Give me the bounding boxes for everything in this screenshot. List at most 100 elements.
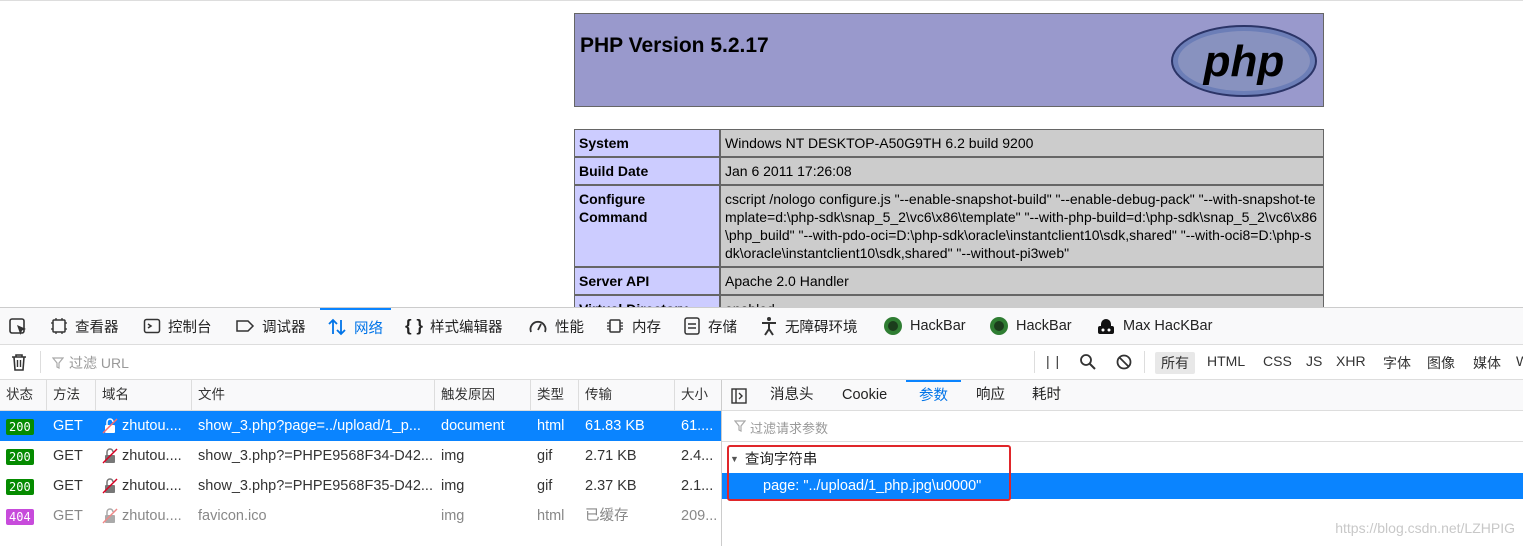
request-file: show_3.php?=PHPE9568F34-D42... — [198, 448, 433, 464]
filter-all[interactable]: 所有 — [1155, 352, 1195, 374]
column-transferred[interactable]: 传输 — [579, 380, 675, 410]
hackbar-icon — [989, 316, 1009, 336]
tab-label: 性能 — [555, 319, 584, 336]
toggle-panel-icon[interactable] — [731, 388, 747, 404]
tab-inspector[interactable]: 查看器 — [50, 308, 119, 344]
tab-hackbar-1[interactable]: HackBar — [883, 308, 966, 344]
tab-debugger[interactable]: 调试器 — [235, 308, 306, 344]
tab-label: 查看器 — [75, 319, 119, 336]
column-cause[interactable]: 触发原因 — [435, 380, 531, 410]
pause-button[interactable]: | | — [1046, 353, 1060, 369]
request-cause: img — [441, 508, 465, 524]
phpinfo-page: PHP Version 5.2.17 php System Windows NT … — [0, 0, 1523, 308]
block-icon[interactable] — [1115, 353, 1133, 371]
filter-xhr[interactable]: XHR — [1336, 353, 1366, 369]
request-cause: img — [441, 448, 465, 464]
filter-images[interactable]: 图像 — [1427, 353, 1455, 373]
inspector-icon — [50, 317, 68, 335]
request-transferred: 2.37 KB — [585, 478, 637, 494]
divider — [40, 351, 41, 373]
tab-network[interactable]: 网络 — [320, 308, 391, 344]
params-filter-placeholder: 过滤请求参数 — [750, 421, 829, 436]
params-filter-input[interactable]: 过滤请求参数 — [722, 411, 1523, 442]
request-file: show_3.php?=PHPE9568F35-D42... — [198, 478, 433, 494]
row-value: Windows NT DESKTOP-A50G9TH 6.2 build 920… — [720, 129, 1324, 157]
request-size: 61.... — [681, 418, 714, 434]
request-transferred: 2.71 KB — [585, 448, 637, 464]
network-arrows-icon — [327, 317, 347, 337]
filter-ws[interactable]: W — [1516, 353, 1523, 369]
tab-memory[interactable]: 内存 — [605, 308, 661, 344]
url-filter-input[interactable]: 过滤 URL — [52, 353, 129, 373]
tab-console[interactable]: 控制台 — [143, 308, 212, 344]
tab-style-editor[interactable]: { } 样式编辑器 — [405, 308, 502, 344]
tab-timings[interactable]: 耗时 — [1032, 380, 1061, 410]
filter-funnel-icon — [52, 357, 64, 369]
column-domain[interactable]: 域名 — [96, 380, 192, 410]
column-size[interactable]: 大小 — [675, 380, 721, 410]
tab-label: 内存 — [632, 319, 661, 336]
tab-headers[interactable]: 消息头 — [770, 380, 814, 410]
table-row[interactable]: 200 GET zhutou.... show_3.php?=PHPE9568F… — [0, 441, 721, 471]
tab-label: 无障碍环境 — [785, 319, 858, 336]
filter-css[interactable]: CSS — [1263, 353, 1292, 369]
request-type: gif — [537, 478, 553, 494]
filter-placeholder: 过滤 URL — [69, 355, 129, 371]
column-status[interactable]: 状态 — [0, 380, 47, 410]
request-cause: img — [441, 478, 465, 494]
accessibility-person-icon — [760, 316, 778, 336]
table-row[interactable]: 200 GET zhutou.... show_3.php?=PHPE9568F… — [0, 471, 721, 501]
tab-accessibility[interactable]: 无障碍环境 — [760, 308, 858, 344]
row-key: System — [574, 129, 720, 157]
row-key: Build Date — [574, 157, 720, 185]
watermark: https://blog.csdn.net/LZHPIG — [1335, 520, 1515, 536]
request-transferred: 已缓存 — [585, 508, 629, 524]
filter-js[interactable]: JS — [1306, 353, 1322, 369]
column-method[interactable]: 方法 — [47, 380, 96, 410]
tab-label: 网络 — [354, 320, 383, 337]
tab-response[interactable]: 响应 — [976, 380, 1005, 410]
filter-media[interactable]: 媒体 — [1473, 353, 1501, 373]
column-type[interactable]: 类型 — [531, 380, 579, 410]
tab-label: Max HacKBar — [1123, 318, 1213, 334]
insecure-lock-icon — [102, 448, 118, 464]
hacker-mask-icon — [1096, 316, 1116, 336]
table-row: Build Date Jan 6 2011 17:26:08 — [574, 157, 1324, 185]
tab-max-hackbar[interactable]: Max HacKBar — [1096, 308, 1212, 344]
tab-label: 样式编辑器 — [429, 319, 503, 336]
element-picker-icon[interactable] — [8, 317, 28, 337]
insecure-lock-icon — [102, 418, 118, 434]
request-cause: document — [441, 418, 505, 434]
curly-braces-icon: { } — [405, 316, 423, 335]
tab-storage[interactable]: 存储 — [683, 308, 737, 344]
table-row[interactable]: 200 GET zhutou.... show_3.php?page=../up… — [0, 411, 721, 441]
table-row: Server API Apache 2.0 Handler — [574, 267, 1324, 295]
insecure-lock-icon — [102, 508, 118, 524]
status-badge: 404 — [6, 509, 34, 525]
tab-hackbar-2[interactable]: HackBar — [989, 308, 1072, 344]
status-badge: 200 — [6, 419, 34, 435]
storage-icon — [683, 316, 701, 336]
table-row[interactable]: 404 GET zhutou.... favicon.ico img html … — [0, 501, 721, 531]
row-value: cscript /nologo configure.js "--enable-s… — [720, 185, 1324, 267]
filter-funnel-icon — [734, 420, 746, 432]
request-domain: zhutou.... — [122, 478, 182, 494]
console-icon — [143, 317, 161, 335]
trash-icon[interactable] — [10, 352, 28, 372]
tab-performance[interactable]: 性能 — [528, 308, 584, 344]
phpinfo-table: System Windows NT DESKTOP-A50G9TH 6.2 bui… — [574, 129, 1324, 308]
search-icon[interactable] — [1079, 353, 1097, 371]
request-file: favicon.ico — [198, 508, 267, 524]
php-logo-icon: php — [1171, 25, 1317, 97]
devtools-panel: 查看器 控制台 调试器 网络 { } 样式编辑器 性能 内存 存储 无障碍环境 … — [0, 307, 1523, 546]
status-badge: 200 — [6, 449, 34, 465]
request-transferred: 61.83 KB — [585, 418, 645, 434]
request-size: 209... — [681, 508, 718, 524]
tab-cookies[interactable]: Cookie — [842, 380, 887, 410]
filter-fonts[interactable]: 字体 — [1383, 353, 1411, 373]
request-size: 2.4... — [681, 448, 714, 464]
filter-html[interactable]: HTML — [1207, 353, 1245, 369]
column-file[interactable]: 文件 — [192, 380, 435, 410]
tab-params[interactable]: 参数 — [906, 380, 961, 410]
php-header: PHP Version 5.2.17 php — [574, 13, 1324, 107]
